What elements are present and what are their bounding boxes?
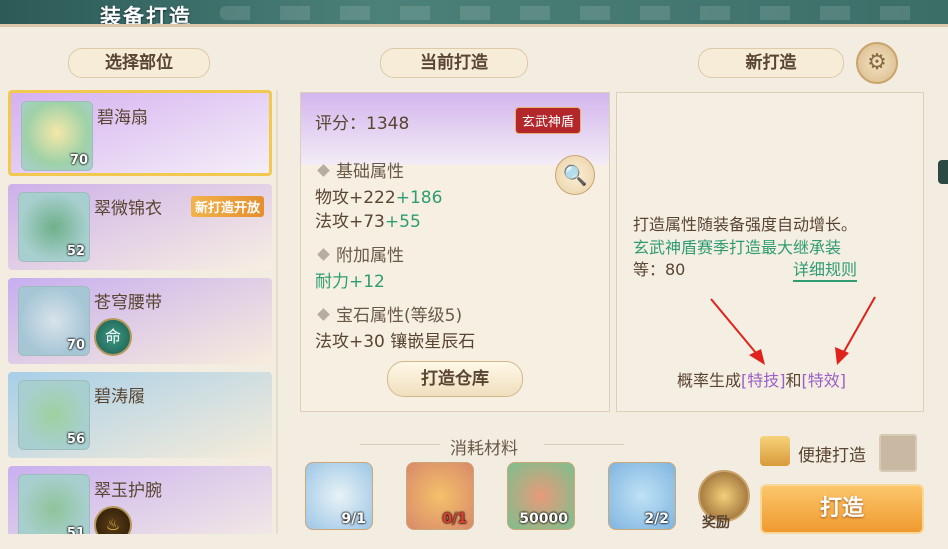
material-count: 9/1 [341, 511, 366, 527]
side-scroll-tab[interactable] [938, 160, 948, 184]
scroll-material-slot[interactable]: 0/1 [406, 462, 474, 530]
scroll-icon [760, 436, 790, 466]
gem-attr-row: 法攻+30 镶嵌星辰石 [315, 332, 476, 352]
item-level: 52 [66, 244, 85, 259]
equipment-item[interactable]: 51 翠玉护腕 ♨ [8, 466, 272, 534]
extra-attr-row: 耐力+12 [315, 272, 385, 292]
arrow-left-head [749, 349, 765, 365]
fan-icon: 70 [21, 101, 93, 171]
current-forge-header: 当前打造 [380, 48, 528, 78]
robe-icon: 52 [18, 192, 90, 262]
and-text: 和 [785, 371, 802, 390]
flame-badge-icon: ♨ [94, 506, 132, 534]
hammer-material-slot[interactable]: 9/1 [305, 462, 373, 530]
item-level: 70 [69, 153, 88, 168]
select-part-header: 选择部位 [68, 48, 210, 78]
equipment-item[interactable]: 52 翠微锦衣 新打造开放 [8, 184, 272, 270]
basic-attr-row: 法攻+73+55 [315, 207, 421, 232]
new-forge-desc-2: 玄武神盾赛季打造最大继承装 [633, 238, 842, 257]
boots-icon: 56 [18, 380, 90, 450]
item-level: 70 [66, 338, 85, 353]
diamond-icon [317, 164, 330, 177]
item-name: 碧涛履 [94, 387, 145, 407]
new-forge-desc-3: 等：80 [633, 260, 686, 279]
basic-attr-title: 基础属性 [336, 162, 404, 182]
equipment-list[interactable]: 70 碧海扇 52 翠微锦衣 新打造开放 70 苍穹腰带 命 56 碧涛履 51… [8, 90, 274, 534]
attr-bonus: +186 [395, 188, 443, 208]
equipment-item[interactable]: 56 碧涛履 [8, 372, 272, 458]
belt-icon: 70 [18, 286, 90, 356]
material-count: 0/1 [442, 511, 467, 527]
material-count: 2/2 [644, 511, 669, 527]
settings-gear-icon[interactable]: ⚙ [856, 42, 898, 84]
item-name: 翠微锦衣 [94, 199, 162, 219]
new-forge-panel: 打造属性随装备强度自动增长。 玄武神盾赛季打造最大继承装 等：80 详细规则 概… [616, 92, 924, 412]
item-level: 56 [66, 432, 85, 447]
attr-bonus: +55 [384, 212, 421, 232]
quick-forge-checkbox[interactable] [879, 434, 917, 472]
rules-link[interactable]: 详细规则 [793, 256, 858, 282]
extra-attr-header: 附加属性 [315, 241, 404, 266]
fate-badge-icon: 命 [94, 318, 132, 356]
item-name: 翠玉护腕 [94, 481, 162, 501]
new-forge-header: 新打造 [698, 48, 844, 78]
material-count: 50000 [519, 511, 568, 527]
coin-material-slot[interactable]: 50000 [507, 462, 575, 530]
season-tag: 玄武神盾 [515, 107, 582, 134]
arrow-left [710, 298, 762, 360]
basic-attr-header: 基础属性 [315, 157, 404, 182]
attr-base: 法攻+73 [315, 212, 385, 232]
arrow-right-head [835, 347, 849, 365]
arrow-right [840, 296, 876, 358]
bracer-icon: 51 [18, 474, 90, 534]
probability-line: 概率生成[特技]和[特效] [677, 367, 846, 391]
probability-prefix: 概率生成 [677, 371, 742, 390]
item-name: 碧海扇 [97, 108, 148, 128]
equipment-item[interactable]: 70 苍穹腰带 命 [8, 278, 272, 364]
reward-label: 奖励 [702, 515, 730, 531]
current-forge-panel: 评分：1348 玄武神盾 基础属性 🔍 物攻+222+186 法攻+73+55 … [300, 92, 610, 412]
new-forge-open-tag: 新打造开放 [190, 196, 264, 217]
diamond-icon [317, 248, 330, 261]
item-level: 51 [66, 526, 85, 534]
pointer-arrows [710, 296, 876, 365]
score-label: 评分：1348 [315, 114, 410, 134]
basic-attr-row: 物攻+222+186 [315, 183, 442, 208]
forge-warehouse-button[interactable]: 打造仓库 [387, 361, 523, 397]
extra-attr-title: 附加属性 [336, 246, 404, 266]
forge-button[interactable]: 打造 [760, 484, 924, 534]
diamond-icon [317, 308, 330, 321]
materials-divider-right [544, 444, 624, 445]
title-decoration [220, 6, 920, 20]
gem-attr-title: 宝石属性(等级5) [336, 306, 463, 326]
special-effect-text: [特效] [801, 371, 847, 390]
new-forge-desc-1: 打造属性随装备强度自动增长。 [633, 215, 858, 234]
quick-forge-label: 便捷打造 [798, 446, 866, 466]
gem-attr-header: 宝石属性(等级5) [315, 301, 462, 326]
search-icon[interactable]: 🔍 [555, 155, 595, 195]
materials-title: 消耗材料 [450, 439, 518, 459]
crystal-material-slot[interactable]: 2/2 [608, 462, 676, 530]
equipment-item-selected[interactable]: 70 碧海扇 [8, 90, 272, 176]
item-name: 苍穹腰带 [94, 293, 162, 313]
list-divider [276, 90, 278, 534]
attr-base: 物攻+222 [315, 188, 396, 208]
special-skill-text: [特技] [741, 371, 786, 390]
materials-divider-left [360, 444, 440, 445]
